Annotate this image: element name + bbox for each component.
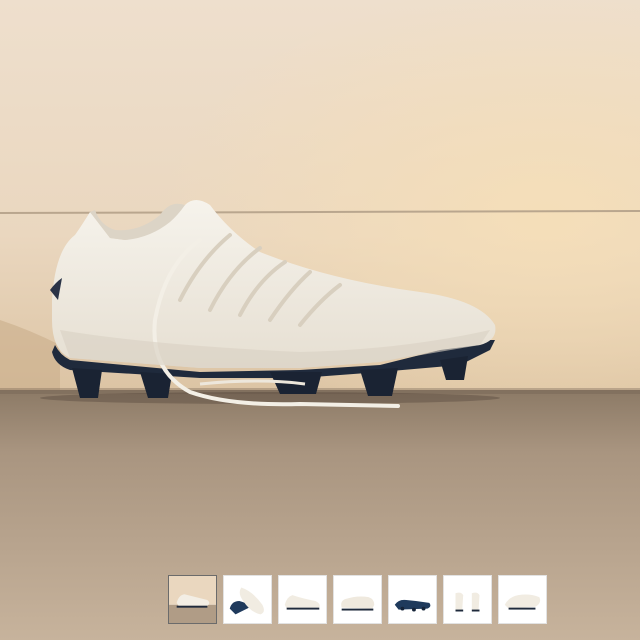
boot-angle-view-thumbnail-icon — [504, 594, 541, 610]
thumbnail-angle-view[interactable] — [498, 575, 547, 624]
thumbnail-side-view[interactable] — [278, 575, 327, 624]
product-image-viewer — [0, 0, 640, 640]
thumbnail-heel-pair[interactable] — [443, 575, 492, 624]
boot-lifestyle-thumbnail-icon — [169, 576, 216, 623]
thumbnail-top-view[interactable] — [223, 575, 272, 624]
thumbnail-lifestyle[interactable] — [168, 575, 217, 624]
thumbnail-strip — [168, 575, 547, 625]
boot-soleplate-thumbnail-icon — [394, 599, 431, 612]
boot-medial-view-thumbnail-icon — [341, 596, 375, 611]
boot-side-view-thumbnail-icon — [284, 595, 320, 610]
thumbnail-medial-view[interactable] — [333, 575, 382, 624]
boot-top-view-thumbnail-icon — [229, 587, 264, 615]
thumbnail-soleplate[interactable] — [388, 575, 437, 624]
boot-heel-pair-thumbnail-icon — [455, 592, 480, 612]
main-product-image[interactable] — [0, 0, 640, 640]
